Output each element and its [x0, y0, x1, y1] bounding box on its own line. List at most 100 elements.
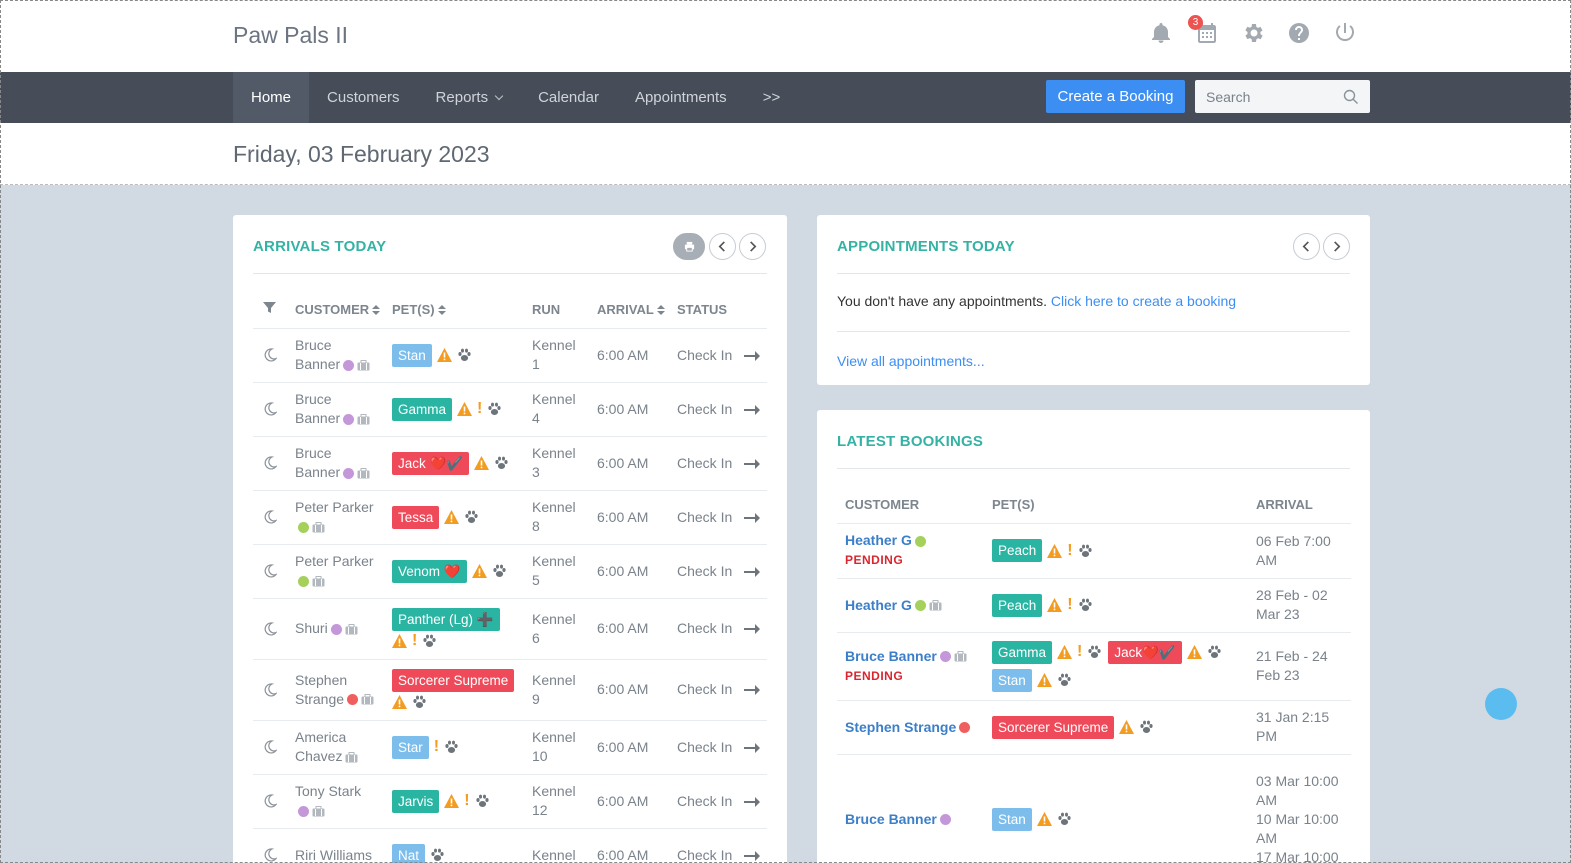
nav-appointments[interactable]: Appointments: [617, 72, 745, 123]
appointments-prev-button[interactable]: [1293, 233, 1320, 260]
pet-tag[interactable]: Gamma: [392, 397, 453, 421]
appointments-next-button[interactable]: [1323, 233, 1350, 260]
create-booking-button[interactable]: Create a Booking: [1046, 80, 1185, 113]
check-in-button[interactable]: Check In: [677, 509, 761, 525]
filter-icon[interactable]: [263, 301, 276, 314]
overnight-icon: [264, 348, 277, 362]
arrow-right-icon: [744, 350, 761, 361]
pet-tag[interactable]: Gamma: [992, 640, 1053, 664]
col-customer[interactable]: CUSTOMER: [295, 291, 392, 329]
brand-title[interactable]: Paw Pals II: [233, 22, 348, 49]
pet-tag[interactable]: Star: [392, 735, 429, 759]
floating-chat-button[interactable]: [1485, 688, 1517, 720]
customer-name[interactable]: America Chavez: [295, 729, 346, 764]
filter-header[interactable]: [253, 291, 295, 329]
pet-tag[interactable]: Stan: [392, 343, 432, 367]
customer-name[interactable]: Stephen Strange: [295, 672, 347, 707]
paw-icon: [423, 634, 436, 647]
check-in-button[interactable]: Check In: [677, 739, 761, 755]
pet-tag[interactable]: Nat: [392, 843, 426, 863]
view-all-appointments-link[interactable]: View all appointments...: [837, 353, 985, 369]
alert-icon: !: [477, 400, 483, 417]
arrow-right-icon: [744, 685, 761, 696]
pet-tag[interactable]: Peach: [992, 593, 1043, 617]
customer-name[interactable]: Bruce Banner: [295, 445, 340, 480]
arrival-row: Bruce Banner Jack ❤️✔️ Kennel 3 6:00 AM Check …: [253, 436, 767, 491]
pet-tag[interactable]: Tessa: [392, 505, 440, 529]
nav-more[interactable]: >>: [745, 72, 799, 123]
arrow-right-icon: [744, 512, 761, 523]
pet-tag[interactable]: Jarvis: [392, 789, 440, 813]
alert-icon: !: [1067, 541, 1073, 559]
pet-tag[interactable]: Sorcerer Supreme: [992, 715, 1115, 739]
paw-icon: [1088, 645, 1101, 658]
alert-icon: !: [464, 792, 470, 809]
pet-tag[interactable]: Jack❤️✔️: [1108, 640, 1182, 664]
pet-tag[interactable]: Stan: [992, 807, 1032, 831]
status-dot: [939, 651, 951, 663]
pet-tag[interactable]: Panther (Lg) ➕: [392, 607, 500, 631]
help-icon[interactable]: [1286, 20, 1312, 46]
search-input[interactable]: [1195, 80, 1335, 113]
arrivals-panel: ARRIVALS TODAY CUSTOMER PET(S) RUN ARRIV…: [233, 215, 787, 863]
check-in-button[interactable]: Check In: [677, 620, 761, 636]
col-arrival[interactable]: ARRIVAL: [597, 291, 677, 329]
arrival-time: 6:00 AM: [597, 400, 649, 417]
paw-icon: [1058, 673, 1071, 686]
check-in-button[interactable]: Check In: [677, 455, 761, 471]
check-in-button[interactable]: Check In: [677, 401, 761, 417]
paw-icon: [1079, 598, 1092, 611]
paw-icon: [495, 456, 508, 469]
booking-customer-link[interactable]: Heather G: [845, 597, 912, 613]
booking-customer-link[interactable]: Stephen Strange: [845, 719, 956, 735]
status-dot: [343, 467, 355, 479]
pet-tag[interactable]: Venom ❤️: [392, 559, 467, 583]
pet-tag[interactable]: Peach: [992, 539, 1043, 562]
check-in-button[interactable]: Check In: [677, 563, 761, 579]
create-booking-link[interactable]: Click here to create a booking: [1051, 293, 1236, 309]
arrival-row: Shuri Panther (Lg) ➕! Kennel 6 6:00 AM Check …: [253, 598, 767, 660]
pet-tag[interactable]: Jack ❤️✔️: [392, 451, 470, 475]
paw-icon: [488, 402, 501, 415]
nav-calendar[interactable]: Calendar: [520, 72, 617, 123]
customer-name[interactable]: Peter Parker: [295, 553, 374, 569]
warning-icon: [444, 510, 460, 524]
nav-home[interactable]: Home: [233, 72, 310, 123]
arrivals-prev-button[interactable]: [709, 233, 736, 260]
nav-customers[interactable]: Customers: [309, 72, 418, 123]
customer-name[interactable]: Bruce Banner: [295, 337, 340, 372]
check-in-button[interactable]: Check In: [677, 793, 761, 809]
arrivals-next-button[interactable]: [739, 233, 766, 260]
power-icon[interactable]: [1332, 20, 1358, 46]
gear-icon[interactable]: [1240, 20, 1266, 46]
booking-customer-link[interactable]: Bruce Banner: [845, 811, 937, 827]
arrival-row: Bruce Banner Gamma! Kennel 4 6:00 AM Check In: [253, 382, 767, 437]
check-in-button[interactable]: Check In: [677, 681, 761, 697]
customer-name[interactable]: Bruce Banner: [295, 391, 340, 426]
luggage-icon: [345, 623, 358, 635]
date-bar: Friday, 03 February 2023: [0, 123, 1571, 185]
bell-icon[interactable]: [1148, 20, 1174, 46]
check-in-button[interactable]: Check In: [677, 847, 761, 863]
booking-customer-link[interactable]: Bruce Banner: [845, 648, 937, 664]
search-icon[interactable]: [1343, 89, 1359, 105]
print-button[interactable]: [673, 233, 705, 260]
luggage-icon: [312, 575, 325, 587]
calendar-icon[interactable]: 3: [1188, 15, 1220, 46]
pet-tag[interactable]: Stan: [992, 668, 1032, 692]
customer-name[interactable]: Tony Stark: [295, 783, 361, 799]
nav-reports[interactable]: Reports: [418, 72, 521, 123]
check-in-button[interactable]: Check In: [677, 347, 761, 363]
pet-tag[interactable]: Sorcerer Supreme: [392, 668, 515, 692]
luggage-icon: [357, 359, 370, 371]
lb-col-pets: PET(S): [984, 486, 1248, 524]
customer-name[interactable]: Shuri: [295, 620, 328, 636]
arrival-time: 6:00 AM: [597, 738, 649, 755]
booking-customer-link[interactable]: Heather G: [845, 532, 912, 548]
col-pets[interactable]: PET(S): [392, 291, 532, 329]
customer-name[interactable]: Peter Parker: [295, 499, 374, 515]
customer-name[interactable]: Riri Williams: [295, 847, 372, 863]
alert-icon: !: [1077, 643, 1083, 660]
col-run: RUN: [532, 291, 597, 329]
latest-bookings-panel: LATEST BOOKINGS CUSTOMER PET(S) ARRIVAL …: [817, 410, 1370, 863]
